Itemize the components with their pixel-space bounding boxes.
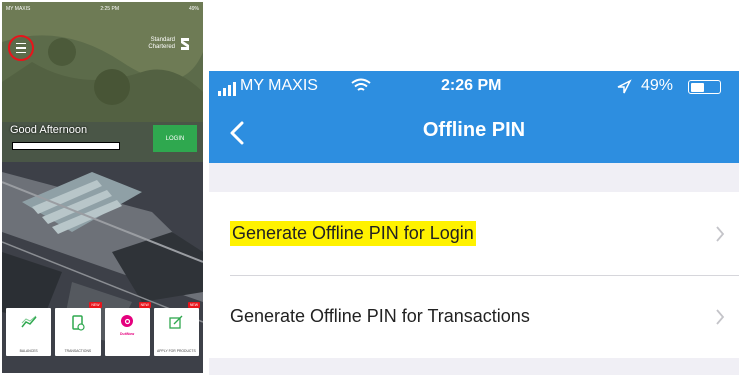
tile-apply-for-products[interactable]: NEW APPLY FOR PRODUCTS bbox=[153, 302, 200, 356]
brand-name-line1: Standard bbox=[150, 37, 175, 43]
quick-actions: BALANCES NEW TRANSACTIONS NEW DuitNow NE bbox=[6, 302, 200, 356]
battery-icon bbox=[688, 80, 721, 94]
tile-transactions[interactable]: NEW TRANSACTIONS bbox=[55, 302, 102, 356]
generate-pin-login-row[interactable]: Generate Offline PIN for Login bbox=[209, 192, 739, 275]
row-label: Generate Offline PIN for Login bbox=[230, 221, 476, 246]
wifi-icon bbox=[351, 78, 371, 91]
offline-pin-screen: MY MAXIS 2:26 PM 49% Offline PIN Generat… bbox=[209, 71, 739, 375]
signal-icon bbox=[218, 82, 236, 96]
row-label: Generate Offline PIN for Transactions bbox=[230, 306, 530, 326]
login-label: LOGIN bbox=[165, 135, 185, 142]
greeting-text: Good Afternoon bbox=[10, 124, 88, 136]
comparison-screenshot: MY MAXIS 2:25 PM 49% Standard Chartered … bbox=[0, 0, 739, 375]
duitnow-icon bbox=[121, 315, 134, 327]
chevron-right-icon bbox=[716, 225, 725, 242]
battery-percent: 49% bbox=[641, 77, 674, 94]
generate-pin-transactions-row[interactable]: Generate Offline PIN for Transactions bbox=[209, 275, 739, 358]
menu-icon-line bbox=[16, 51, 26, 54]
tile-balances[interactable]: BALANCES bbox=[6, 308, 52, 356]
location-arrow-icon bbox=[617, 79, 632, 94]
carrier-label: MY MAXIS bbox=[6, 6, 31, 12]
chart-icon bbox=[21, 315, 37, 328]
hamburger-menu-button[interactable] bbox=[8, 35, 34, 61]
tile-label: APPLY FOR PRODUCTS bbox=[157, 349, 196, 353]
navigation-bar: MY MAXIS 2:26 PM 49% Offline PIN bbox=[209, 71, 739, 163]
standard-chartered-logo-icon bbox=[181, 38, 189, 50]
menu-icon-line bbox=[16, 47, 26, 49]
apply-icon bbox=[169, 315, 183, 329]
tile-duitnow[interactable]: NEW DuitNow bbox=[104, 302, 151, 356]
status-bar: MY MAXIS 2:25 PM 49% bbox=[2, 2, 203, 16]
offline-pin-options: Generate Offline PIN for Login Generate … bbox=[209, 192, 739, 358]
tile-label: TRANSACTIONS bbox=[64, 349, 92, 353]
chevron-right-icon bbox=[716, 308, 725, 325]
tile-label: BALANCES bbox=[19, 349, 38, 353]
home-screen: MY MAXIS 2:25 PM 49% Standard Chartered … bbox=[2, 2, 203, 373]
status-bar: MY MAXIS 2:26 PM 49% bbox=[209, 71, 739, 103]
brand-name-line2: Chartered bbox=[148, 44, 175, 50]
carrier-label: MY MAXIS bbox=[240, 77, 318, 94]
login-button[interactable]: LOGIN bbox=[153, 125, 197, 152]
new-badge: NEW bbox=[187, 302, 200, 308]
brand-logo: Standard Chartered bbox=[148, 36, 191, 52]
page-title: Offline PIN bbox=[422, 119, 526, 141]
battery-percent: 49% bbox=[188, 6, 199, 12]
new-badge: NEW bbox=[89, 302, 102, 308]
redacted-username bbox=[12, 142, 120, 150]
duitnow-brand-text: DuitNow bbox=[120, 332, 135, 336]
menu-icon-line bbox=[16, 42, 26, 45]
new-badge: NEW bbox=[138, 302, 151, 308]
clock: 2:25 PM bbox=[100, 6, 119, 12]
clock: 2:26 PM bbox=[441, 77, 502, 94]
receipt-icon bbox=[72, 315, 85, 331]
